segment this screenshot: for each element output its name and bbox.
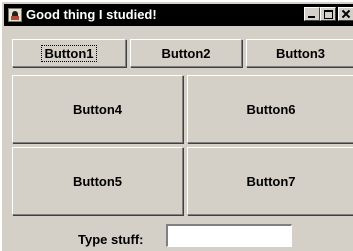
close-icon[interactable]: [338, 7, 353, 21]
title-bar[interactable]: Good thing I studied!: [4, 4, 353, 26]
minimize-icon[interactable]: [304, 7, 320, 21]
button-1-label: Button1: [41, 44, 97, 62]
button-6-label: Button6: [246, 101, 296, 117]
button-7-label: Button7: [246, 173, 296, 189]
button-2[interactable]: Button2: [130, 39, 242, 67]
type-stuff-label: Type stuff:: [78, 232, 144, 247]
button-4-label: Button4: [72, 101, 123, 117]
maximize-icon[interactable]: [320, 7, 336, 21]
button-6[interactable]: Button6: [187, 75, 353, 143]
button-5-label: Button5: [72, 173, 123, 189]
button-3-label: Button3: [275, 45, 326, 61]
type-stuff-field[interactable]: [166, 224, 292, 247]
java-app-icon[interactable]: [8, 8, 22, 22]
button-3[interactable]: Button3: [246, 39, 353, 67]
button-2-label: Button2: [161, 45, 211, 61]
app-window: Good thing I studied! Button1 Button2 Bu…: [0, 0, 353, 251]
button-7[interactable]: Button7: [187, 147, 353, 215]
button-4[interactable]: Button4: [12, 75, 183, 143]
button-1[interactable]: Button1: [12, 39, 126, 67]
window-title: Good thing I studied!: [26, 7, 157, 22]
button-5[interactable]: Button5: [12, 147, 183, 215]
